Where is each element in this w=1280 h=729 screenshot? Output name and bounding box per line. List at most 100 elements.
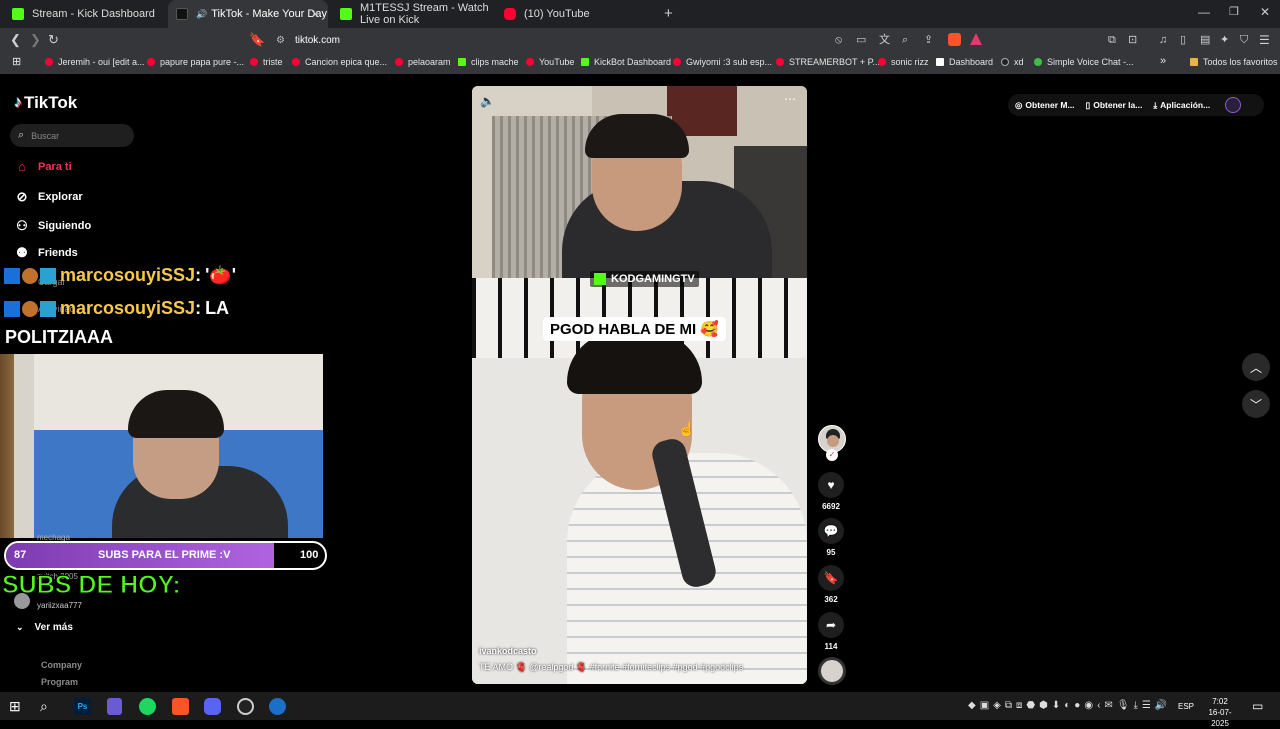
tab-youtube[interactable]: (10) YouTube [496, 0, 656, 28]
menu-icon[interactable]: ☰ [1259, 33, 1270, 47]
zoom-icon[interactable]: ⌕ [902, 33, 908, 47]
bookmark-item[interactable]: Cancion epica que... [292, 57, 387, 67]
close-tab-icon[interactable]: ✕ [311, 8, 320, 21]
clock[interactable]: 7:02 16-07-2025 [1200, 696, 1240, 729]
extensions-icon[interactable]: ⧉ [1108, 33, 1116, 47]
sound-disc-icon[interactable] [818, 657, 846, 685]
bookmark-folder[interactable]: Todos los favoritos [1190, 57, 1278, 67]
share-icon[interactable]: ⇪ [924, 33, 933, 47]
previous-video-button[interactable]: ︿ [1242, 353, 1270, 381]
brave-icon[interactable] [172, 698, 189, 715]
microphone-tray-icon[interactable]: 🎙 [1117, 700, 1130, 711]
video-player[interactable]: 🔈 ⋯ KODGAMINGTV PGOD HABLA DE MI 🥰 ivank… [472, 86, 807, 684]
follow-user-avatar[interactable] [14, 593, 30, 609]
tab-kick-stream[interactable]: M1TESSJ Stream - Watch Live on Kick [332, 0, 494, 28]
tab-kick-dashboard[interactable]: Stream - Kick Dashboard [4, 0, 166, 28]
tray-icon[interactable]: ◐ [1064, 700, 1070, 711]
discord-icon[interactable] [204, 698, 221, 715]
tray-icon[interactable]: ◆ [968, 700, 976, 711]
nav-siguiendo[interactable]: ⚇ Siguiendo [14, 218, 91, 234]
video-author[interactable]: ivankodcasto [479, 646, 537, 656]
see-more-link[interactable]: ⌄ Ver más [16, 622, 73, 633]
comment-icon[interactable]: 💬 [818, 518, 844, 544]
translate-icon[interactable]: 文 [879, 33, 890, 47]
footer-link[interactable]: Program [41, 677, 78, 687]
streamerbot-icon[interactable] [107, 698, 122, 715]
wifi-icon[interactable]: ☰ [1142, 700, 1151, 711]
share-action[interactable]: ➦ 114 [817, 612, 845, 651]
footer-link[interactable]: Company [41, 660, 82, 670]
apps-grid-icon[interactable]: ⊞ [12, 55, 21, 68]
video-description[interactable]: TE AMO 🫀 @realpgod 🫀 #fornite #fornitecl… [479, 662, 743, 673]
language-indicator[interactable]: ESP [1178, 702, 1194, 711]
bookmark-save-icon[interactable]: 🔖 [818, 565, 844, 591]
bookmark-item[interactable]: clips mache [458, 57, 519, 67]
bookmark-item[interactable]: Dashboard [936, 57, 993, 67]
tray-icon[interactable]: ⬣ [1026, 700, 1035, 711]
bookmark-icon[interactable]: 🔖 [249, 33, 265, 47]
new-tab-icon[interactable]: + [664, 5, 673, 22]
wallet-icon[interactable]: ▤ [1200, 33, 1210, 47]
tray-icon[interactable]: ‹ [1097, 700, 1100, 711]
search-icon[interactable]: ⌕ [40, 698, 48, 714]
tab-tiktok[interactable]: 🔊 TikTok - Make Your Day ✕ [168, 0, 328, 28]
nav-para-ti[interactable]: ⌂ Para ti [14, 159, 72, 174]
bookmark-item[interactable]: Gwiyomi :3 sub esp... [673, 57, 772, 67]
forward-icon[interactable]: ❯ [30, 33, 41, 47]
follow-check-icon[interactable]: ✓ [826, 449, 838, 461]
brave-rewards-icon[interactable] [970, 33, 982, 45]
bookmark-item[interactable]: Jeremih - oui [edit a... [45, 57, 145, 67]
heart-icon[interactable]: ♥ [818, 472, 844, 498]
bookmark-item[interactable]: pelaoaram [395, 57, 451, 67]
brave-shield-icon[interactable] [948, 33, 961, 46]
tray-icon[interactable]: ● [1074, 700, 1080, 711]
tray-icon[interactable]: ⧉ [1005, 700, 1012, 711]
tray-icon[interactable]: ⧈ [1016, 700, 1022, 711]
restore-icon[interactable]: ❐ [1229, 5, 1239, 18]
tray-icon[interactable]: ◈ [993, 700, 1001, 711]
bookmark-item[interactable]: sonic rizz [878, 57, 929, 67]
tray-icon[interactable]: ⬢ [1039, 700, 1048, 711]
profile-avatar[interactable] [1225, 97, 1242, 113]
comment-action[interactable]: 💬 95 [817, 518, 845, 557]
volume-tray-icon[interactable]: 🔊 [1155, 700, 1167, 711]
screenshot-icon[interactable]: ⊡ [1128, 33, 1137, 47]
back-icon[interactable]: ❮ [10, 33, 21, 47]
minimize-icon[interactable]: — [1198, 5, 1210, 19]
tray-icon[interactable]: ▣ [980, 700, 989, 711]
bookmark-item[interactable]: triste [250, 57, 283, 67]
volume-icon[interactable]: 🔈 [480, 94, 495, 108]
vpn-icon[interactable]: ⛉ [1240, 33, 1248, 47]
bookmark-item[interactable]: xd [1001, 57, 1024, 67]
bookmark-item[interactable]: STREAMERBOT + P... [776, 57, 880, 67]
photoshop-icon[interactable]: Ps [74, 698, 91, 715]
tray-icon[interactable]: ◉ [1084, 700, 1093, 711]
bookmark-item[interactable]: papure papa pure -... [147, 57, 244, 67]
reload-icon[interactable]: ↻ [48, 33, 59, 47]
desktop-app-button[interactable]: ⤓ Aplicación... [1153, 100, 1210, 111]
nav-friends[interactable]: ⚉ Friends [14, 245, 78, 261]
notification-icon[interactable]: ▭ [1252, 699, 1263, 713]
windows-start-icon[interactable]: ⊞ [9, 698, 21, 714]
no-tracking-icon[interactable]: ⦸ [835, 33, 842, 47]
get-coins-button[interactable]: ◎ Obtener M... [1015, 100, 1075, 111]
follow-user-name[interactable]: yariizxaa777 [37, 601, 82, 610]
leo-icon[interactable]: ✦ [1220, 33, 1229, 47]
bookmark-item[interactable]: KickBot Dashboard [581, 57, 671, 67]
tray-icon[interactable]: ⤓ [1134, 700, 1138, 711]
bookmark-item[interactable]: Simple Voice Chat -... [1034, 57, 1134, 67]
nav-explorar[interactable]: ⊘ Explorar [14, 189, 83, 205]
next-video-button[interactable]: ﹀ [1242, 390, 1270, 418]
save-action[interactable]: 🔖 362 [817, 565, 845, 604]
search-input[interactable]: ⌕ Buscar [10, 124, 134, 147]
tray-icon[interactable]: ✉ [1104, 700, 1112, 711]
more-bookmarks-icon[interactable]: » [1160, 55, 1166, 67]
music-icon[interactable]: ♫ [1159, 33, 1167, 47]
obs-icon[interactable] [237, 698, 254, 715]
window-close-icon[interactable]: ✕ [1260, 5, 1270, 19]
sidebar-icon[interactable]: ▯ [1180, 33, 1186, 47]
site-settings-icon[interactable]: ⚙ [276, 35, 285, 46]
bookmark-item[interactable]: YouTube [526, 57, 574, 67]
cast-icon[interactable]: ▭ [856, 33, 866, 47]
tray-icon[interactable]: ⬇ [1052, 700, 1060, 711]
